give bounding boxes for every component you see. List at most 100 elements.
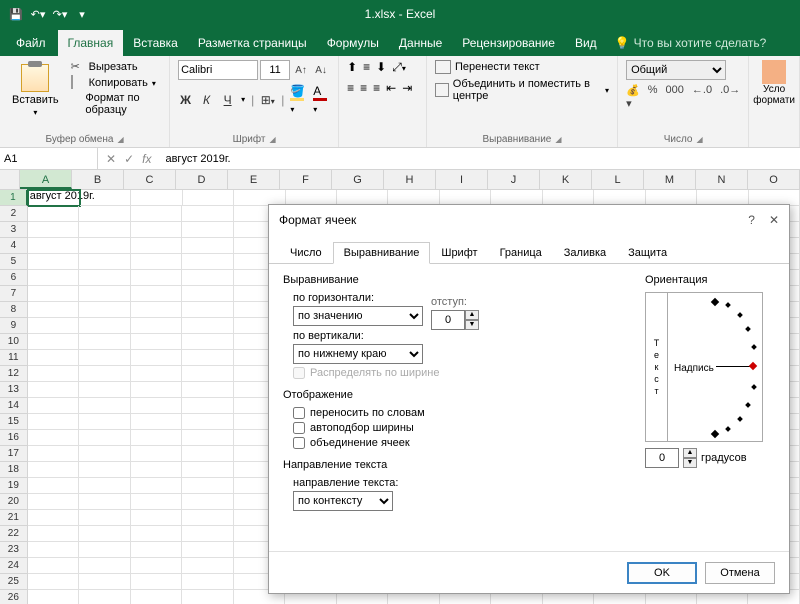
fill-color-button[interactable]: 🪣▾ [290,84,307,115]
formula-input[interactable]: август 2019г. [159,153,800,165]
cell[interactable] [79,286,130,302]
number-format-select[interactable]: Общий [626,60,726,80]
row-header[interactable]: 7 [0,286,28,302]
align-bottom-icon[interactable]: ⬇ [376,60,386,75]
vertical-align-select[interactable]: по нижнему краю [293,344,423,364]
cell[interactable] [28,430,79,446]
cell[interactable] [79,398,130,414]
cell[interactable] [79,414,130,430]
cell[interactable] [131,222,182,238]
ok-button[interactable]: OK [627,562,697,584]
align-middle-icon[interactable]: ≡ [363,60,370,75]
cell[interactable] [182,574,233,590]
cell[interactable] [28,414,79,430]
degrees-input[interactable] [645,448,679,468]
column-header[interactable]: C [124,170,176,189]
cell[interactable] [182,398,233,414]
cell[interactable] [79,494,130,510]
decrease-indent-icon[interactable]: ⇤ [386,81,396,95]
cell[interactable] [131,270,182,286]
row-header[interactable]: 10 [0,334,28,350]
row-header[interactable]: 23 [0,542,28,558]
row-header[interactable]: 24 [0,558,28,574]
degrees-up-icon[interactable]: ▲ [683,448,697,458]
cell[interactable] [182,542,233,558]
cell[interactable] [28,462,79,478]
row-header[interactable]: 15 [0,414,28,430]
dlg-tab-alignment[interactable]: Выравнивание [333,242,431,264]
cell[interactable] [79,590,130,604]
cell[interactable] [28,478,79,494]
cell[interactable] [79,558,130,574]
cut-button[interactable]: ✂ Вырезать [71,60,161,74]
conditional-formatting-button[interactable]: Усло формати [753,60,795,106]
cell[interactable] [182,302,233,318]
cell[interactable] [131,542,182,558]
row-header[interactable]: 14 [0,398,28,414]
cell[interactable] [79,302,130,318]
column-header[interactable]: A [20,170,72,189]
column-header[interactable]: D [176,170,228,189]
cell[interactable] [182,270,233,286]
copy-button[interactable]: Копировать ▾ [71,76,161,90]
tab-home[interactable]: Главная [58,30,124,56]
align-right-icon[interactable]: ≡ [373,81,380,95]
cell[interactable] [79,254,130,270]
cell[interactable] [79,350,130,366]
cell[interactable] [131,430,182,446]
cell[interactable] [79,510,130,526]
cell[interactable] [79,430,130,446]
cell[interactable] [79,382,130,398]
comma-icon[interactable]: 000 [666,84,684,110]
decrease-decimal-icon[interactable]: .0→ [720,84,740,110]
tab-page-layout[interactable]: Разметка страницы [188,30,317,56]
column-header[interactable]: E [228,170,280,189]
indent-up-icon[interactable]: ▲ [465,310,479,320]
cell[interactable] [79,574,130,590]
dlg-tab-number[interactable]: Число [279,242,333,264]
row-header[interactable]: 9 [0,318,28,334]
cell[interactable] [131,414,182,430]
cell[interactable] [28,254,79,270]
underline-button[interactable]: Ч [220,93,235,107]
cell[interactable] [131,206,182,222]
number-launcher-icon[interactable]: ◢ [696,135,702,144]
cell[interactable] [182,286,233,302]
cell[interactable] [28,302,79,318]
paste-button[interactable]: Вставить ▾ [8,60,63,121]
column-header[interactable]: F [280,170,332,189]
row-header[interactable]: 4 [0,238,28,254]
column-header[interactable]: G [332,170,384,189]
column-header[interactable]: H [384,170,436,189]
help-icon[interactable]: ? [748,213,755,227]
row-header[interactable]: 12 [0,366,28,382]
cell[interactable] [79,334,130,350]
cell[interactable] [79,478,130,494]
row-header[interactable]: 16 [0,430,28,446]
cell[interactable] [28,510,79,526]
cell[interactable] [182,254,233,270]
cell[interactable] [131,510,182,526]
cell[interactable] [28,238,79,254]
horizontal-align-select[interactable]: по значению [293,306,423,326]
save-icon[interactable]: 💾 [8,6,24,22]
cell[interactable] [28,542,79,558]
column-header[interactable]: L [592,170,644,189]
cell[interactable] [28,494,79,510]
orientation-dial[interactable]: Надпись [668,293,762,441]
align-center-icon[interactable]: ≡ [360,81,367,95]
increase-decimal-icon[interactable]: ←.0 [692,84,712,110]
column-header[interactable]: I [436,170,488,189]
cell[interactable] [182,526,233,542]
row-header[interactable]: 2 [0,206,28,222]
cell[interactable] [28,382,79,398]
cell[interactable] [79,318,130,334]
orientation-control[interactable]: Текст Надпись [645,292,763,442]
merge-cells-checkbox[interactable]: объединение ячеек [293,437,625,449]
cell[interactable] [28,526,79,542]
cell[interactable] [28,350,79,366]
cell[interactable] [182,350,233,366]
column-header[interactable]: B [72,170,124,189]
borders-button[interactable]: ⊞▾ [260,93,275,107]
name-box[interactable]: A1 [0,148,98,169]
